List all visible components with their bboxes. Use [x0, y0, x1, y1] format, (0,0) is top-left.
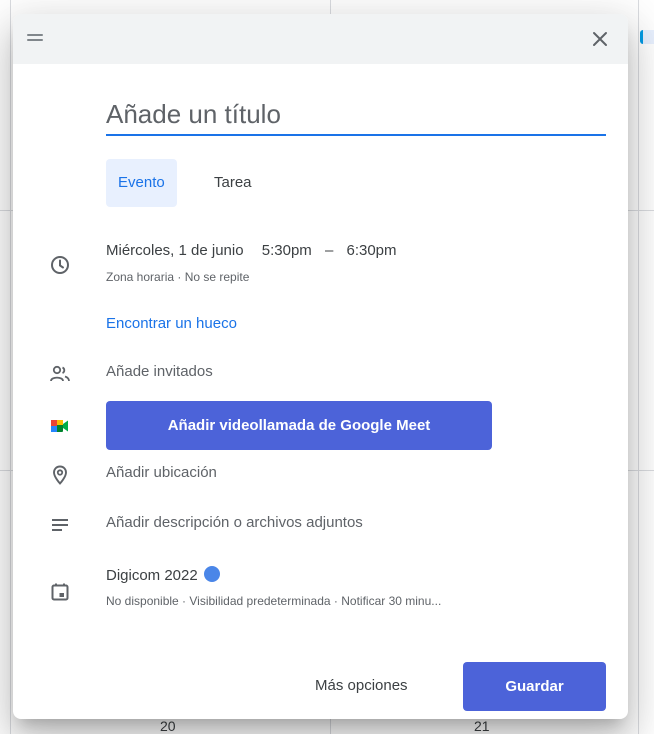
calendar-color-dot [203, 566, 220, 582]
event-dialog: Evento Tarea Miércoles, 1 de junio 5:30p… [13, 14, 628, 719]
grid-line [10, 0, 11, 734]
drag-handle-icon[interactable] [27, 34, 43, 44]
day-number[interactable]: 20 [160, 718, 176, 734]
tab-event[interactable]: Evento [106, 159, 177, 207]
add-guests-field[interactable]: Añade invitados [106, 363, 213, 380]
event-end-time[interactable]: 6:30pm [346, 242, 396, 259]
clock-icon [49, 254, 71, 276]
availability-visibility-text[interactable]: No disponible · Visibilidad predetermina… [106, 594, 441, 608]
calendar-event-chip[interactable] [640, 30, 654, 44]
grid-line [638, 0, 639, 734]
location-pin-icon [49, 464, 71, 486]
google-meet-icon [49, 415, 71, 437]
time-separator: – [324, 242, 334, 259]
add-description-field[interactable]: Añadir descripción o archivos adjuntos [106, 514, 363, 531]
description-icon [49, 514, 71, 536]
event-date[interactable]: Miércoles, 1 de junio [106, 242, 244, 259]
dialog-header [13, 14, 628, 64]
people-icon [49, 363, 71, 385]
close-button[interactable] [586, 25, 614, 53]
calendar-selector[interactable]: Digicom 2022 [106, 566, 220, 584]
event-start-time[interactable]: 5:30pm [262, 242, 312, 259]
save-button[interactable]: Guardar [463, 662, 606, 711]
event-datetime[interactable]: Miércoles, 1 de junio 5:30pm – 6:30pm [106, 242, 397, 259]
event-title-input[interactable] [106, 94, 606, 136]
find-time-link[interactable]: Encontrar un hueco [106, 315, 237, 332]
calendar-icon [49, 581, 71, 603]
tab-task[interactable]: Tarea [202, 159, 264, 207]
add-location-field[interactable]: Añadir ubicación [106, 464, 217, 481]
more-options-button[interactable]: Más opciones [309, 664, 414, 708]
timezone-repeat-text[interactable]: Zona horaria · No se repite [106, 270, 249, 284]
day-number[interactable]: 21 [474, 718, 490, 734]
close-icon [593, 32, 607, 46]
calendar-name[interactable]: Digicom 2022 [106, 567, 198, 584]
add-google-meet-button[interactable]: Añadir videollamada de Google Meet [106, 401, 492, 450]
